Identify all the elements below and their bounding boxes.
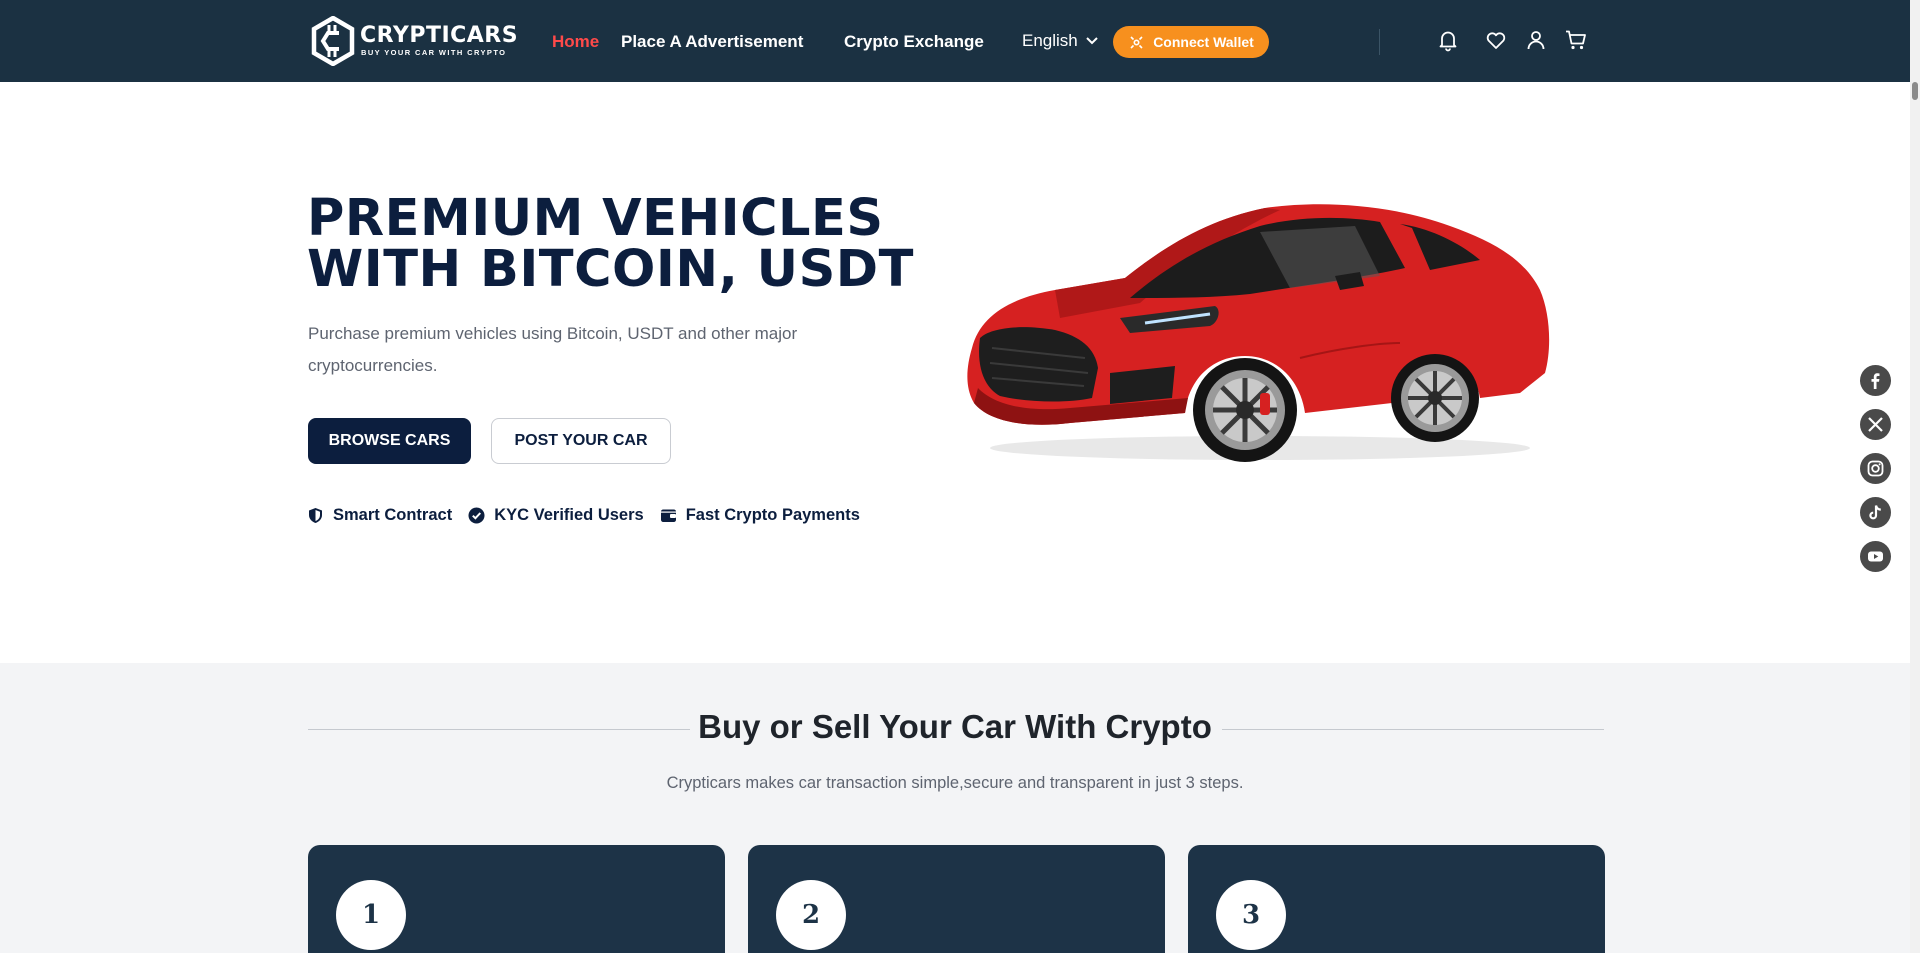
feature-smart-contract: Smart Contract <box>307 506 452 525</box>
red-sports-car-image <box>967 204 1550 462</box>
check-badge-icon <box>468 507 485 524</box>
feature-kyc-verified: KYC Verified Users <box>468 506 644 525</box>
language-label: English <box>1022 31 1078 50</box>
shield-icon <box>309 508 322 523</box>
step-card: 3 <box>1188 845 1605 953</box>
wallet-icon <box>660 509 676 522</box>
bell-icon[interactable] <box>1436 28 1460 52</box>
hero-title-line-2: WITH BITCOIN, USDT <box>307 240 914 299</box>
hero-description: Purchase premium vehicles using Bitcoin,… <box>308 324 798 375</box>
nav-link-crypto-exchange[interactable]: Crypto Exchange <box>844 32 984 52</box>
title-divider-right <box>1222 729 1604 730</box>
x-twitter-icon[interactable] <box>1860 409 1891 440</box>
nav-link-place-advertisement[interactable]: Place A Advertisement <box>621 32 803 52</box>
heart-icon[interactable] <box>1484 28 1508 52</box>
section-title: Buy or Sell Your Car With Crypto <box>698 708 1212 745</box>
wallet-connect-icon <box>1130 35 1143 49</box>
hero-features: Smart Contract KYC Verified Users Fast C… <box>307 506 876 525</box>
title-divider-left <box>308 729 690 730</box>
browse-cars-button[interactable]: BROWSE CARS <box>308 418 471 464</box>
feature-fast-payments: Fast Crypto Payments <box>660 506 860 525</box>
step-number: 1 <box>336 880 406 950</box>
nav-link-home[interactable]: Home <box>552 32 599 52</box>
connect-wallet-label: Connect Wallet <box>1153 34 1254 50</box>
scrollbar-thumb[interactable] <box>1912 82 1918 100</box>
connect-wallet-button[interactable]: Connect Wallet <box>1113 26 1269 58</box>
brand-name: CRYPTICARS <box>360 23 519 48</box>
brand-tagline: BUY YOUR CAR WITH CRYPTO <box>361 48 507 57</box>
facebook-icon[interactable] <box>1860 365 1891 396</box>
hero-title: PREMIUM VEHICLES WITH BITCOIN, USDT <box>307 193 927 295</box>
logo-icon <box>311 16 355 66</box>
feature-label: Fast Crypto Payments <box>685 506 860 524</box>
feature-label: Smart Contract <box>333 506 453 524</box>
language-selector[interactable]: English <box>1022 31 1098 51</box>
section-subtitle: Crypticars makes car transaction simple,… <box>666 774 1244 792</box>
brand-logo[interactable]: CRYPTICARS BUY YOUR CAR WITH CRYPTO <box>310 14 518 68</box>
step-number: 2 <box>776 880 846 950</box>
instagram-icon[interactable] <box>1860 453 1891 484</box>
cart-icon[interactable] <box>1564 28 1588 52</box>
user-icon[interactable] <box>1524 28 1548 52</box>
tiktok-icon[interactable] <box>1860 497 1891 528</box>
step-number: 3 <box>1216 880 1286 950</box>
page-scrollbar[interactable] <box>1910 0 1920 953</box>
step-card: 2 <box>748 845 1165 953</box>
nav-divider <box>1379 29 1380 55</box>
step-card: 1 <box>308 845 725 953</box>
chevron-down-icon <box>1086 37 1098 45</box>
feature-label: KYC Verified Users <box>494 506 644 524</box>
post-your-car-button[interactable]: POST YOUR CAR <box>491 418 671 464</box>
top-navbar: CRYPTICARS BUY YOUR CAR WITH CRYPTO Home… <box>0 0 1910 82</box>
youtube-icon[interactable] <box>1860 541 1891 572</box>
